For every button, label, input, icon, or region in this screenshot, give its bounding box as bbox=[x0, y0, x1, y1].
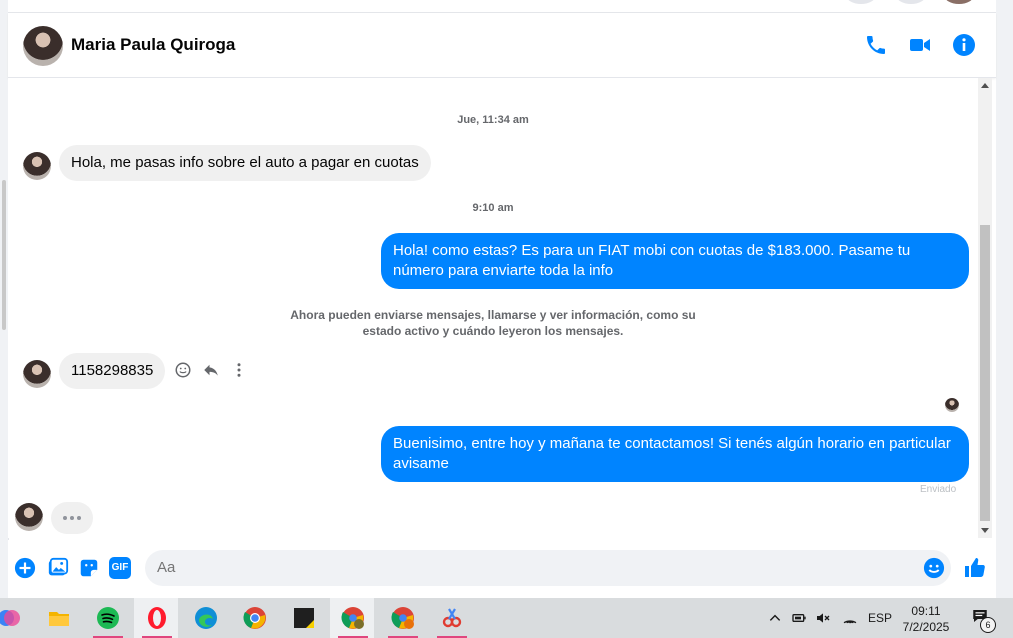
wifi-icon[interactable] bbox=[842, 610, 858, 626]
contact-avatar[interactable] bbox=[23, 26, 63, 66]
outgoing-message[interactable]: Buenisimo, entre hoy y mañana te contact… bbox=[381, 426, 969, 482]
clock-time: 09:11 bbox=[911, 604, 941, 618]
window-right-edge bbox=[996, 0, 1013, 598]
battery-icon[interactable] bbox=[791, 610, 807, 626]
taskbar-edge[interactable] bbox=[183, 598, 227, 638]
thumbs-up-icon[interactable] bbox=[963, 556, 987, 580]
chevron-up-icon[interactable] bbox=[768, 611, 782, 625]
gif-button[interactable]: GIF bbox=[109, 557, 131, 579]
chrome-profile-icon bbox=[391, 607, 414, 629]
profile-avatar[interactable] bbox=[944, 0, 974, 4]
edge-icon bbox=[195, 607, 217, 629]
taskbar-snipping-tool[interactable] bbox=[429, 598, 473, 638]
folder-icon bbox=[49, 612, 69, 626]
scroll-up-arrow[interactable] bbox=[981, 83, 989, 88]
message-input[interactable] bbox=[145, 550, 951, 586]
taskbar-chrome-profile-2[interactable] bbox=[380, 598, 424, 638]
more-options-icon[interactable] bbox=[230, 361, 248, 379]
timestamp: Jue, 11:34 am bbox=[457, 114, 529, 126]
conversation-header: Maria Paula Quiroga bbox=[8, 13, 996, 78]
taskbar-sticky-notes[interactable] bbox=[281, 598, 325, 638]
sticky-notes-icon bbox=[294, 608, 314, 628]
video-camera-icon[interactable] bbox=[908, 33, 932, 57]
clock-date: 7/2/2025 bbox=[902, 620, 950, 634]
incoming-message[interactable]: 1158298835 bbox=[59, 353, 166, 389]
system-clock[interactable]: 09:11 7/2/2025 bbox=[896, 603, 956, 635]
incoming-message[interactable]: Hola, me pasas info sobre el auto a paga… bbox=[59, 145, 431, 181]
taskbar-chrome[interactable] bbox=[232, 598, 276, 638]
taskbar-spotify[interactable] bbox=[85, 598, 129, 638]
message-composer: GIF bbox=[8, 540, 996, 598]
taskbar-file-explorer[interactable] bbox=[36, 598, 80, 638]
typing-indicator bbox=[51, 502, 93, 534]
top-circle-button[interactable] bbox=[896, 0, 926, 4]
chat-scrollbar[interactable] bbox=[978, 78, 992, 538]
windows-taskbar: ESP bbox=[0, 598, 1013, 638]
notification-count-badge: 6 bbox=[980, 617, 996, 633]
sticker-icon[interactable] bbox=[78, 557, 100, 579]
react-icon[interactable] bbox=[174, 361, 192, 379]
scroll-down-arrow[interactable] bbox=[981, 528, 989, 533]
spotify-icon bbox=[97, 607, 119, 629]
scroll-thumb[interactable] bbox=[980, 225, 990, 521]
snipping-tool-icon bbox=[442, 608, 462, 628]
page-scrollbar[interactable] bbox=[2, 180, 6, 330]
reply-icon[interactable] bbox=[202, 361, 220, 379]
chrome-profile-icon bbox=[341, 607, 364, 629]
outgoing-message[interactable]: Hola! como estas? Es para un FIAT mobi c… bbox=[381, 233, 969, 289]
sender-avatar[interactable] bbox=[23, 360, 51, 388]
seen-indicator-avatar bbox=[945, 398, 959, 412]
emoji-icon[interactable] bbox=[923, 557, 945, 579]
speaker-muted-icon[interactable] bbox=[815, 610, 831, 626]
sender-avatar[interactable] bbox=[23, 152, 51, 180]
message-list[interactable]: Jue, 11:34 am Hola, me pasas info sobre … bbox=[8, 78, 978, 538]
language-indicator[interactable]: ESP bbox=[868, 611, 892, 625]
opera-icon bbox=[148, 607, 166, 629]
chrome-icon bbox=[243, 607, 266, 629]
timestamp: 9:10 am bbox=[472, 202, 514, 214]
top-bar-remnant bbox=[8, 0, 996, 13]
message-status: Enviado bbox=[920, 484, 957, 495]
taskbar-copilot[interactable] bbox=[0, 598, 30, 638]
contact-name[interactable]: Maria Paula Quiroga bbox=[71, 35, 235, 55]
copilot-icon bbox=[0, 610, 20, 626]
phone-icon[interactable] bbox=[864, 33, 888, 57]
info-icon[interactable] bbox=[952, 33, 976, 57]
privacy-notice: Ahora pueden enviarse mensajes, llamarse… bbox=[290, 308, 696, 338]
plus-icon[interactable] bbox=[14, 557, 36, 579]
typing-avatar bbox=[15, 503, 43, 531]
taskbar-opera[interactable] bbox=[134, 598, 178, 638]
taskbar-chrome-profile[interactable] bbox=[330, 598, 374, 638]
photo-icon[interactable] bbox=[47, 557, 69, 579]
top-circle-button[interactable] bbox=[846, 0, 876, 4]
